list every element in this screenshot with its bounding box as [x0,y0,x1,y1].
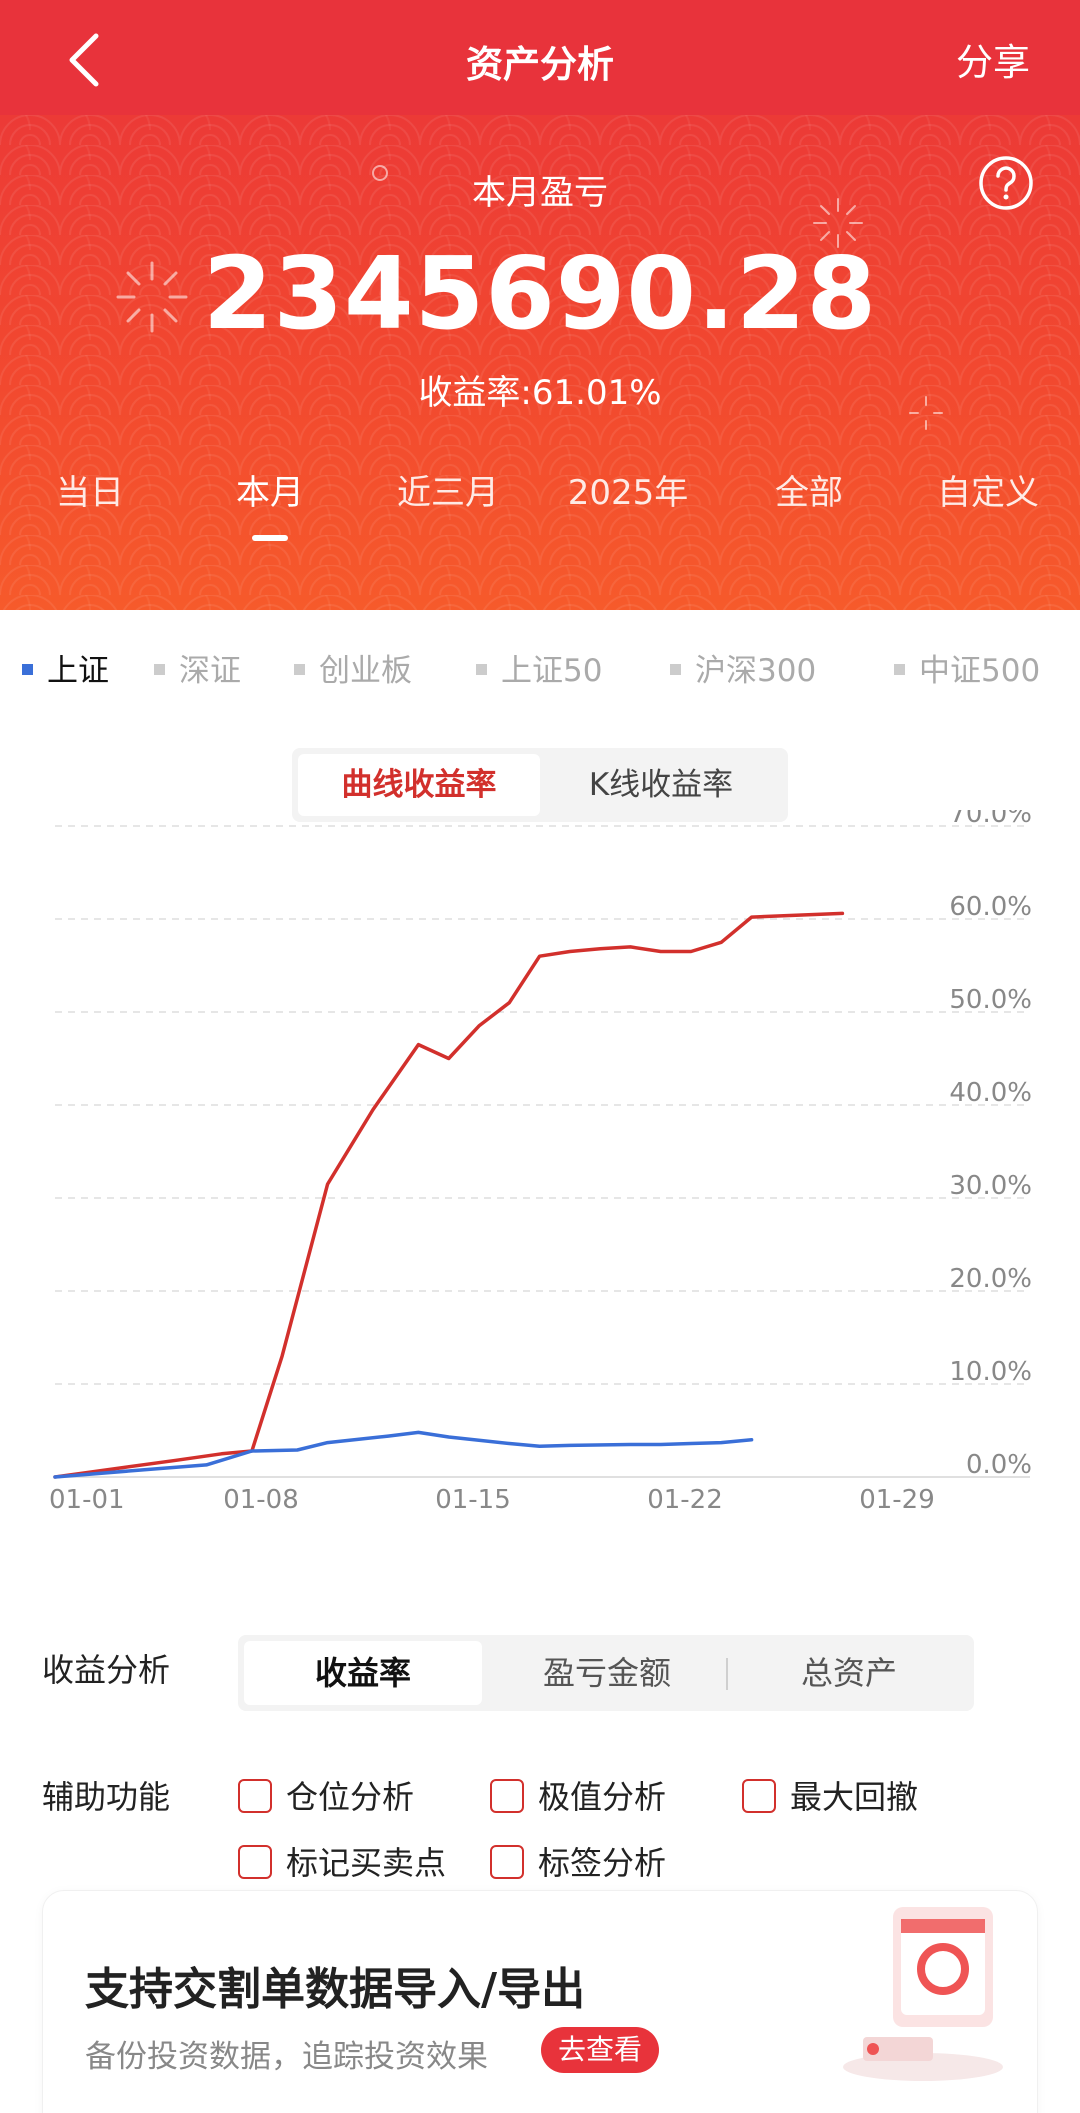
index-csi300[interactable]: 沪深300 [670,645,816,690]
max-drawdown-checkbox[interactable]: 最大回撤 [742,1772,918,1818]
chart-series [53,911,845,1479]
portfolio-return-line [53,911,845,1479]
profit-amount-option[interactable]: 盈亏金额 [488,1641,726,1705]
x-tick-label: 01-15 [435,1485,511,1515]
tag-analysis-checkbox[interactable]: 标签分析 [490,1838,666,1884]
analysis-label: 收益分析 [42,1651,171,1689]
analysis-segmented-control: 收益率 盈亏金额 总资产 [238,1635,974,1711]
y-tick-label: 20.0% [949,1264,1032,1294]
checkbox-icon[interactable] [742,1779,776,1813]
aux-label: 辅助功能 [42,1778,171,1816]
legend-dot [670,664,681,675]
y-tick-label: 40.0% [949,1078,1032,1108]
kline-return-button[interactable]: K线收益率 [540,754,782,816]
active-tab-indicator [252,535,288,541]
index-sse50[interactable]: 上证50 [476,645,602,690]
legend-dot [22,664,33,675]
x-axis-ticks: 01-01 01-08 01-15 01-22 01-29 [49,1485,935,1515]
total-assets-option[interactable]: 总资产 [730,1641,968,1705]
y-tick-label: 50.0% [949,985,1032,1015]
index-chinext[interactable]: 创业板 [294,645,412,690]
promo-subtitle: 备份投资数据，追踪投资效果 [85,2039,488,2075]
checkbox-icon[interactable] [238,1779,272,1813]
legend-dot [294,664,305,675]
legend-dot [894,664,905,675]
index-legend: 上证 深证 创业板 上证50 沪深300 中证500 [0,645,1080,695]
monitor-illustration-icon [843,1907,1003,2081]
view-button[interactable]: 去查看 [541,2027,659,2073]
help-icon[interactable] [978,155,1034,211]
import-export-promo-card[interactable]: 支持交割单数据导入/导出 备份投资数据，追踪投资效果 去查看 [42,1890,1038,2113]
tab-this-month[interactable]: 本月 [185,465,355,514]
segment-divider [726,1658,728,1690]
profit-amount: 2345690.28 [202,235,878,352]
profit-label: 本月盈亏 [472,173,608,213]
checkbox-icon[interactable] [490,1845,524,1879]
y-tick-label: 10.0% [949,1357,1032,1387]
share-button[interactable]: 分享 [956,32,1030,86]
curve-return-button[interactable]: 曲线收益率 [298,754,540,816]
checkbox-icon[interactable] [238,1845,272,1879]
return-rate: 收益率:61.01% [418,373,662,413]
legend-dot [476,664,487,675]
x-tick-label: 01-22 [647,1485,723,1515]
top-bar: 资产分析 分享 [0,0,1080,115]
checkbox-icon[interactable] [490,1779,524,1813]
chart-grid [55,825,1030,1478]
profit-hero: 本月盈亏 2345690.28 收益率:61.01% 当日 本月 近三月 202… [0,115,1080,610]
tab-today[interactable]: 当日 [5,465,175,514]
index-shanghai[interactable]: 上证 [22,645,109,690]
tab-custom[interactable]: 自定义 [903,465,1073,514]
page-title: 资产分析 [466,43,614,86]
tab-year-2025[interactable]: 2025年 [543,465,713,514]
x-tick-label: 01-01 [49,1485,125,1515]
promo-title: 支持交割单数据导入/导出 [85,1964,586,2015]
x-tick-label: 01-29 [859,1485,935,1515]
legend-dot [154,664,165,675]
period-tabs: 当日 本月 近三月 2025年 全部 自定义 [0,465,1080,525]
position-analysis-checkbox[interactable]: 仓位分析 [238,1772,414,1818]
mark-trade-points-checkbox[interactable]: 标记买卖点 [238,1838,446,1884]
y-tick-label: 60.0% [949,892,1032,922]
y-tick-label: 0.0% [966,1450,1032,1480]
return-rate-option[interactable]: 收益率 [244,1641,482,1705]
y-tick-label: 70.0% [949,810,1032,829]
y-tick-label: 30.0% [949,1171,1032,1201]
x-tick-label: 01-08 [223,1485,299,1515]
extreme-analysis-checkbox[interactable]: 极值分析 [490,1772,666,1818]
return-line-chart: 70.0%60.0%50.0%40.0%30.0%20.0%10.0%0.0% … [49,810,1032,1515]
y-axis-ticks: 70.0% 60.0% 50.0% 40.0% 30.0% 20.0% 10.0% 0.0% [949,810,1032,1480]
index-shenzhen[interactable]: 深证 [154,645,241,690]
index-return-line [53,1430,754,1479]
index-csi500[interactable]: 中证500 [894,645,1040,690]
tab-three-months[interactable]: 近三月 [363,465,533,514]
tab-all[interactable]: 全部 [724,465,894,514]
